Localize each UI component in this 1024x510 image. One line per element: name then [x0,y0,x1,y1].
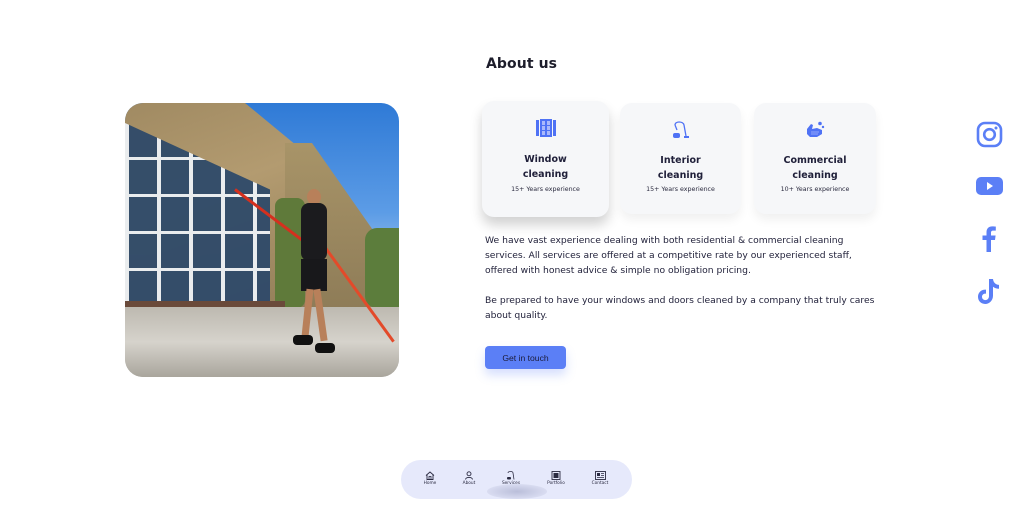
service-title: Window cleaning [522,154,569,180]
about-paragraph: Be prepared to have your windows and doo… [485,295,875,321]
nav-label: About [462,481,476,486]
service-experience: 15+ Years experience [511,186,580,193]
facebook-link[interactable] [975,225,1003,256]
get-in-touch-button[interactable]: Get in touch [485,346,566,369]
photo-window-cleaner [293,189,335,353]
about-description: We have vast experience dealing with bot… [485,233,885,338]
photo-patio [125,307,399,377]
services-cards: Window cleaning 15+ Years experience Inte… [482,101,878,221]
section-title: About us [486,56,558,72]
youtube-link[interactable] [975,174,1003,202]
service-experience: 10+ Years experience [780,186,850,193]
tiktok-icon [977,278,1001,309]
instagram-link[interactable] [975,121,1003,152]
contact-card-icon [594,471,606,480]
nav-item-contact[interactable]: Contact [585,471,615,486]
tiktok-link[interactable] [975,278,1003,309]
window-icon [535,119,556,137]
service-experience: 15+ Years experience [646,186,715,193]
service-title: Interior cleaning [657,155,704,181]
service-card-interior[interactable]: Interior cleaning 15+ Years experience [620,103,741,214]
home-icon [425,471,435,480]
vacuum-cleaner-icon [671,121,691,139]
user-icon [465,471,473,480]
nav-item-portfolio[interactable]: Portfolio [541,471,571,486]
service-card-commercial[interactable]: Commercial cleaning 10+ Years experience [754,103,876,214]
facebook-icon [981,225,997,256]
vacuum-cleaner-icon [507,471,515,480]
service-title: Commercial cleaning [783,155,847,181]
hero-photo [125,103,399,377]
nav-label: Home [423,481,437,486]
nav-item-services[interactable]: Services [496,471,526,486]
hand-washing-icon [805,121,825,139]
nav-item-about[interactable]: About [454,471,484,486]
image-icon [551,471,561,480]
active-indicator [487,484,547,499]
nav-label: Portfolio [547,481,565,486]
youtube-icon [975,176,1003,200]
service-card-window[interactable]: Window cleaning 15+ Years experience [482,101,609,217]
nav-label: Services [501,481,521,486]
nav-label: Contact [591,481,609,486]
photo-tree [365,228,399,308]
instagram-icon [976,121,1003,152]
nav-item-home[interactable]: Home [415,471,445,486]
about-paragraph: We have vast experience dealing with bot… [485,235,852,276]
bottom-nav: Home About Services Portfolio Contact [401,460,632,499]
